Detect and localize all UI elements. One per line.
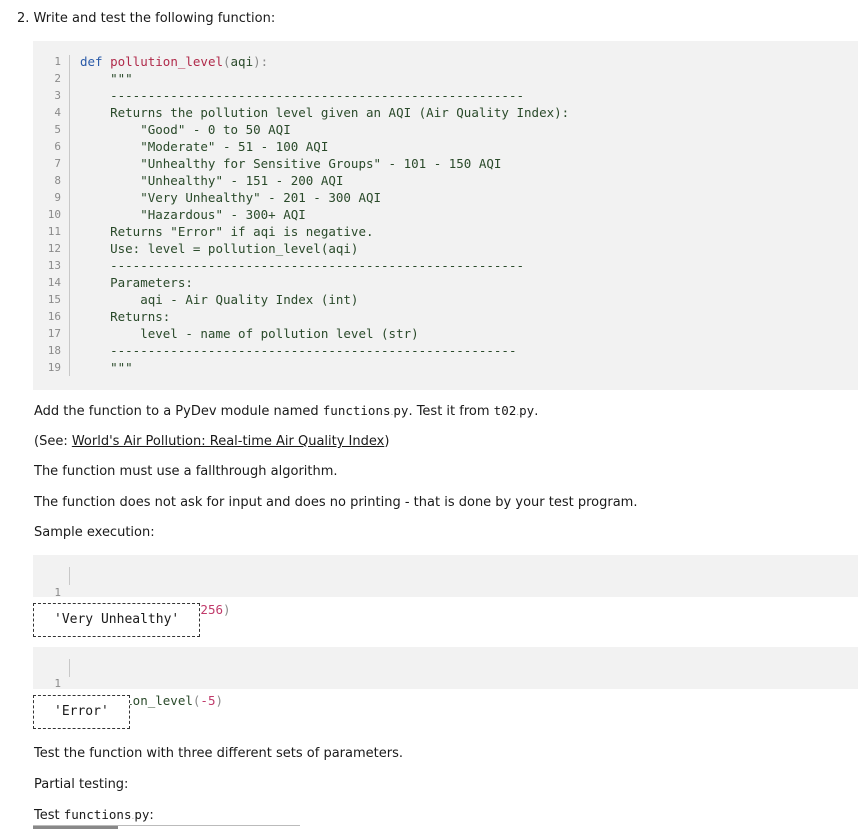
function-name: pollution_level	[110, 54, 223, 69]
line-number: 10	[47, 208, 61, 221]
code-block-sample-2: 1 pollution_level(-5)	[33, 647, 858, 708]
line-number: 7	[54, 157, 61, 170]
paragraph-test-functions: Test functions.py:	[34, 807, 154, 823]
code-line: 13 -------------------------------------…	[33, 257, 858, 274]
code-line: 16 Returns:	[33, 308, 858, 325]
line-number: 9	[54, 191, 61, 204]
paragraph-see-link: (See: World's Air Pollution: Real-time A…	[34, 434, 390, 449]
code-line: 10 "Hazardous" - 300+ AQI	[33, 206, 858, 223]
code-line: 15 aqi - Air Quality Index (int)	[33, 291, 858, 308]
code-line: 19 """	[33, 359, 858, 376]
code-line: 3 --------------------------------------…	[33, 87, 858, 104]
output-box-sample-1: 'Very Unhealthy'	[33, 603, 201, 637]
code-line: 6 "Moderate" - 51 - 100 AQI	[33, 138, 858, 155]
paragraph-test-three: Test the function with three different s…	[34, 746, 403, 761]
code-line: 9 "Very Unhealthy" - 201 - 300 AQI	[33, 189, 858, 206]
line-number: 19	[47, 361, 61, 374]
line-number: 1	[54, 677, 61, 690]
test-module-name: t02	[493, 403, 517, 418]
code-line: 12 Use: level = pollution_level(aqi)	[33, 240, 858, 257]
paragraph-module-instructions: Add the function to a PyDev module named…	[34, 403, 539, 419]
line-number: 5	[54, 123, 61, 136]
line-number: 1	[54, 55, 61, 68]
module-name: functions	[322, 403, 391, 418]
air-quality-index-link[interactable]: World's Air Pollution: Real-time Air Qua…	[72, 434, 385, 449]
question-heading: 2. Write and test the following function…	[17, 11, 276, 26]
code-line: 2 """	[33, 70, 858, 87]
code-line: 18 -------------------------------------…	[33, 342, 858, 359]
line-number: 1	[54, 586, 61, 599]
line-number: 11	[47, 225, 61, 238]
line-number: 8	[54, 174, 61, 187]
code-block-sample-1: 1 pollution_level(256)	[33, 555, 858, 617]
line-number: 3	[54, 89, 61, 102]
line-number: 17	[47, 327, 61, 340]
code-block-function: 1 def pollution_level(aqi): 2 """ 3 -------…	[33, 41, 858, 390]
line-number: 14	[47, 276, 61, 289]
code-line: 5 "Good" - 0 to 50 AQI	[33, 121, 858, 138]
line-number: 16	[47, 310, 61, 323]
code-line: 8 "Unhealthy" - 151 - 200 AQI	[33, 172, 858, 189]
line-number: 15	[47, 293, 61, 306]
line-number: 18	[47, 344, 61, 357]
output-box-sample-2: 'Error'	[33, 695, 130, 729]
paragraph-fallthrough: The function must use a fallthrough algo…	[34, 464, 338, 479]
code-line: 1 def pollution_level(aqi):	[33, 53, 858, 70]
paragraph-partial-testing: Partial testing:	[34, 777, 129, 792]
code-line: 14 Parameters:	[33, 274, 858, 291]
line-number: 12	[47, 242, 61, 255]
code-line: 11 Returns "Error" if aqi is negative.	[33, 223, 858, 240]
line-number: 13	[47, 259, 61, 272]
line-number: 6	[54, 140, 61, 153]
line-number: 2	[54, 72, 61, 85]
paragraph-sample-execution: Sample execution:	[34, 525, 155, 540]
line-number: 4	[54, 106, 61, 119]
partial-code-block-edge	[33, 825, 300, 829]
code-line: 4 Returns the pollution level given an A…	[33, 104, 858, 121]
code-line: 7 "Unhealthy for Sensitive Groups" - 101…	[33, 155, 858, 172]
code-line: 17 level - name of pollution level (str)	[33, 325, 858, 342]
paragraph-no-input: The function does not ask for input and …	[34, 495, 638, 510]
